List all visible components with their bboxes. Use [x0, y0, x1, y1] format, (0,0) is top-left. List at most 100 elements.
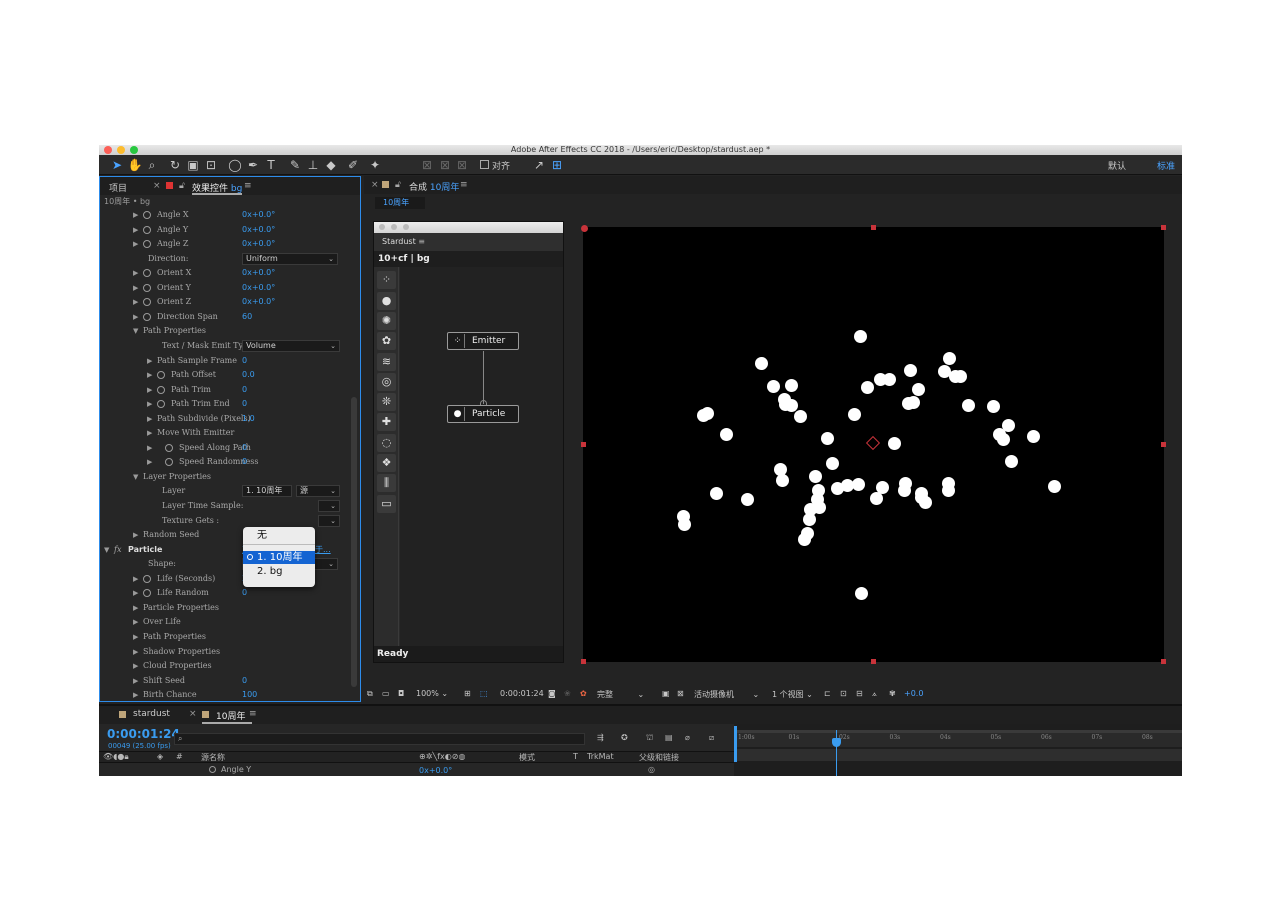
property-row[interactable]: ▶ Orient Y 0x+0.0° [100, 281, 348, 295]
timeline-icon[interactable]: ⊟ [856, 689, 863, 698]
camera-select[interactable]: 活动摄像机 ⌄ [694, 689, 759, 700]
collapsed-arrow-icon[interactable]: ▶ [133, 310, 138, 324]
hand-tool-icon[interactable]: ✋ [127, 157, 143, 173]
property-row[interactable]: ▶ Orient X 0x+0.0° [100, 266, 348, 280]
workspace-standard-tab[interactable]: 标准 [1157, 159, 1175, 172]
stopwatch-icon[interactable] [143, 283, 151, 292]
stopwatch-icon[interactable] [143, 240, 151, 249]
timeline-track-area[interactable]: 1:00s 01s 02s 03s 04s 05s 06s 07s 08s [734, 724, 1182, 776]
fast-preview-icon[interactable]: ⊡ [840, 689, 847, 698]
draft-3d-icon[interactable]: ✪ [621, 733, 628, 742]
snap-option-icon[interactable]: ↗ [531, 157, 547, 173]
anchor-point-icon[interactable] [865, 435, 881, 451]
column-source-name[interactable]: 源名称 [201, 752, 225, 763]
stardust-node-canvas[interactable]: ⁘ Emitter ● Particle [400, 267, 563, 647]
expanded-arrow-icon[interactable]: ▼ [104, 543, 109, 557]
tab-timeline-comp[interactable]: 10周年 [216, 709, 245, 722]
emitter-node-icon[interactable]: ⁘ [377, 271, 396, 289]
collapsed-arrow-icon[interactable]: ▶ [133, 688, 138, 702]
collapsed-arrow-icon[interactable]: ▶ [147, 368, 152, 382]
add-node-icon[interactable]: ✚ [377, 413, 396, 431]
viewport-handle-mid-right[interactable] [1161, 442, 1166, 447]
minimize-window-button[interactable] [117, 146, 125, 154]
property-row[interactable]: Text / Mask Emit Type: Volume ⌄ [100, 339, 348, 353]
property-row[interactable]: ▶ Path Offset 0.0 [100, 368, 348, 382]
viewport-handle-mid-left[interactable] [581, 442, 586, 447]
fit-icon[interactable]: ⊞ [464, 689, 471, 698]
property-value[interactable]: 0x+0.0° [242, 266, 275, 280]
property-row[interactable]: ▶ Orient Z 0x+0.0° [100, 295, 348, 309]
snap-checkbox[interactable] [480, 160, 489, 169]
axis-world-icon[interactable]: ⊠ [437, 157, 453, 173]
monitor-icon[interactable]: ▭ [382, 689, 390, 698]
rotate-tool-icon[interactable]: ↻ [167, 157, 183, 173]
stopwatch-icon[interactable] [157, 371, 165, 380]
property-row[interactable]: Layer 1. 10周年源 ⌄ [100, 484, 348, 498]
property-value[interactable]: 0x+0.0° [242, 295, 275, 309]
particle-node[interactable]: ● Particle [447, 405, 519, 423]
property-value[interactable]: 0 [242, 674, 247, 688]
pickwhip-icon[interactable]: ◎ [648, 765, 655, 774]
toggle-pixel-icon[interactable]: ⊏ [824, 689, 831, 698]
dotted-circle-node-icon[interactable]: ◌ [377, 434, 396, 452]
eraser-tool-icon[interactable]: ◆ [323, 157, 339, 173]
stopwatch-icon[interactable] [157, 385, 165, 394]
pen-tool-icon[interactable]: ✒ [245, 157, 261, 173]
expanded-arrow-icon[interactable]: ▼ [133, 470, 138, 484]
collapsed-arrow-icon[interactable]: ▶ [147, 397, 152, 411]
workspace-default-tab[interactable]: 默认 [1108, 159, 1126, 172]
collapsed-arrow-icon[interactable]: ▶ [147, 441, 152, 455]
collapsed-arrow-icon[interactable]: ▶ [133, 281, 138, 295]
property-value[interactable]: 0 [242, 397, 247, 411]
property-row[interactable]: ▶ Angle X 0x+0.0° [100, 208, 348, 222]
property-value[interactable]: 100 [242, 688, 257, 702]
snapshot-icon[interactable]: ◙ [548, 689, 556, 698]
property-row[interactable]: ▶ Path Sample Frame 0 [100, 354, 348, 368]
puppet-tool-icon[interactable]: ✦ [367, 157, 383, 173]
property-row[interactable]: ▶ Path Trim 0 [100, 383, 348, 397]
comp-chip[interactable]: 10周年 [375, 197, 425, 209]
exposure-value[interactable]: +0.0 [904, 689, 923, 698]
property-dropdown[interactable]: ⌄ [318, 500, 340, 512]
popup-item-none[interactable]: 无 [243, 529, 315, 542]
roto-brush-tool-icon[interactable]: ✐ [345, 157, 361, 173]
stardust-menu-icon[interactable]: ≡ [418, 237, 425, 246]
stardust-close-button[interactable] [379, 224, 385, 230]
row-stopwatch-icon[interactable] [209, 766, 216, 773]
clone-stamp-tool-icon[interactable]: ⊥ [305, 157, 321, 173]
resolution-select[interactable]: 完整 ⌄ [597, 689, 644, 700]
zoom-select[interactable]: 100% ⌄ [416, 689, 448, 698]
panel-menu-icon[interactable]: ≡ [244, 181, 252, 191]
property-value[interactable]: 0x+0.0° [242, 237, 275, 251]
frame-node-icon[interactable]: ▭ [377, 495, 396, 513]
tab-project[interactable]: 项目 [109, 181, 127, 194]
show-snapshot-icon[interactable]: ❀ [564, 689, 571, 698]
collapsed-arrow-icon[interactable]: ▶ [147, 412, 152, 426]
property-dropdown[interactable]: Uniform ⌄ [242, 252, 338, 265]
viewport-handle-top-mid[interactable] [871, 225, 876, 230]
force-node-icon[interactable]: ✿ [377, 332, 396, 350]
playhead-handle[interactable] [832, 738, 841, 747]
property-row[interactable]: ▶ Shift Seed 0 [100, 674, 348, 688]
zoom-tool-icon[interactable]: ⌕ [144, 157, 160, 173]
property-value[interactable]: 0 [242, 354, 247, 368]
work-area-start-marker[interactable] [734, 726, 737, 762]
property-value[interactable]: 0 [242, 441, 247, 455]
stopwatch-icon[interactable] [143, 298, 151, 307]
property-value[interactable]: 0x+0.0° [242, 281, 275, 295]
stardust-minimize-button[interactable] [391, 224, 397, 230]
property-row[interactable]: ▶ Shadow Properties [100, 645, 348, 659]
collapsed-arrow-icon[interactable]: ▶ [133, 572, 138, 586]
close-comp-tab-icon[interactable]: × [371, 180, 379, 190]
comp-panel-menu-icon[interactable]: ≡ [460, 180, 468, 190]
close-tab-icon[interactable]: × [153, 181, 161, 191]
property-dropdown[interactable]: Volume ⌄ [242, 339, 340, 352]
collapsed-arrow-icon[interactable]: ▶ [133, 223, 138, 237]
spark-node-icon[interactable]: ✺ [377, 312, 396, 330]
property-row[interactable]: ▶ Path Trim End 0 [100, 397, 348, 411]
property-row[interactable]: Direction: Uniform ⌄ [100, 252, 348, 266]
stopwatch-icon[interactable] [165, 458, 173, 467]
property-row[interactable]: ▶ Speed Along Path 0 [100, 441, 348, 455]
timeline-row-value[interactable]: 0x+0.0° [419, 766, 452, 775]
shy-icon[interactable]: ⛫ [646, 733, 653, 743]
